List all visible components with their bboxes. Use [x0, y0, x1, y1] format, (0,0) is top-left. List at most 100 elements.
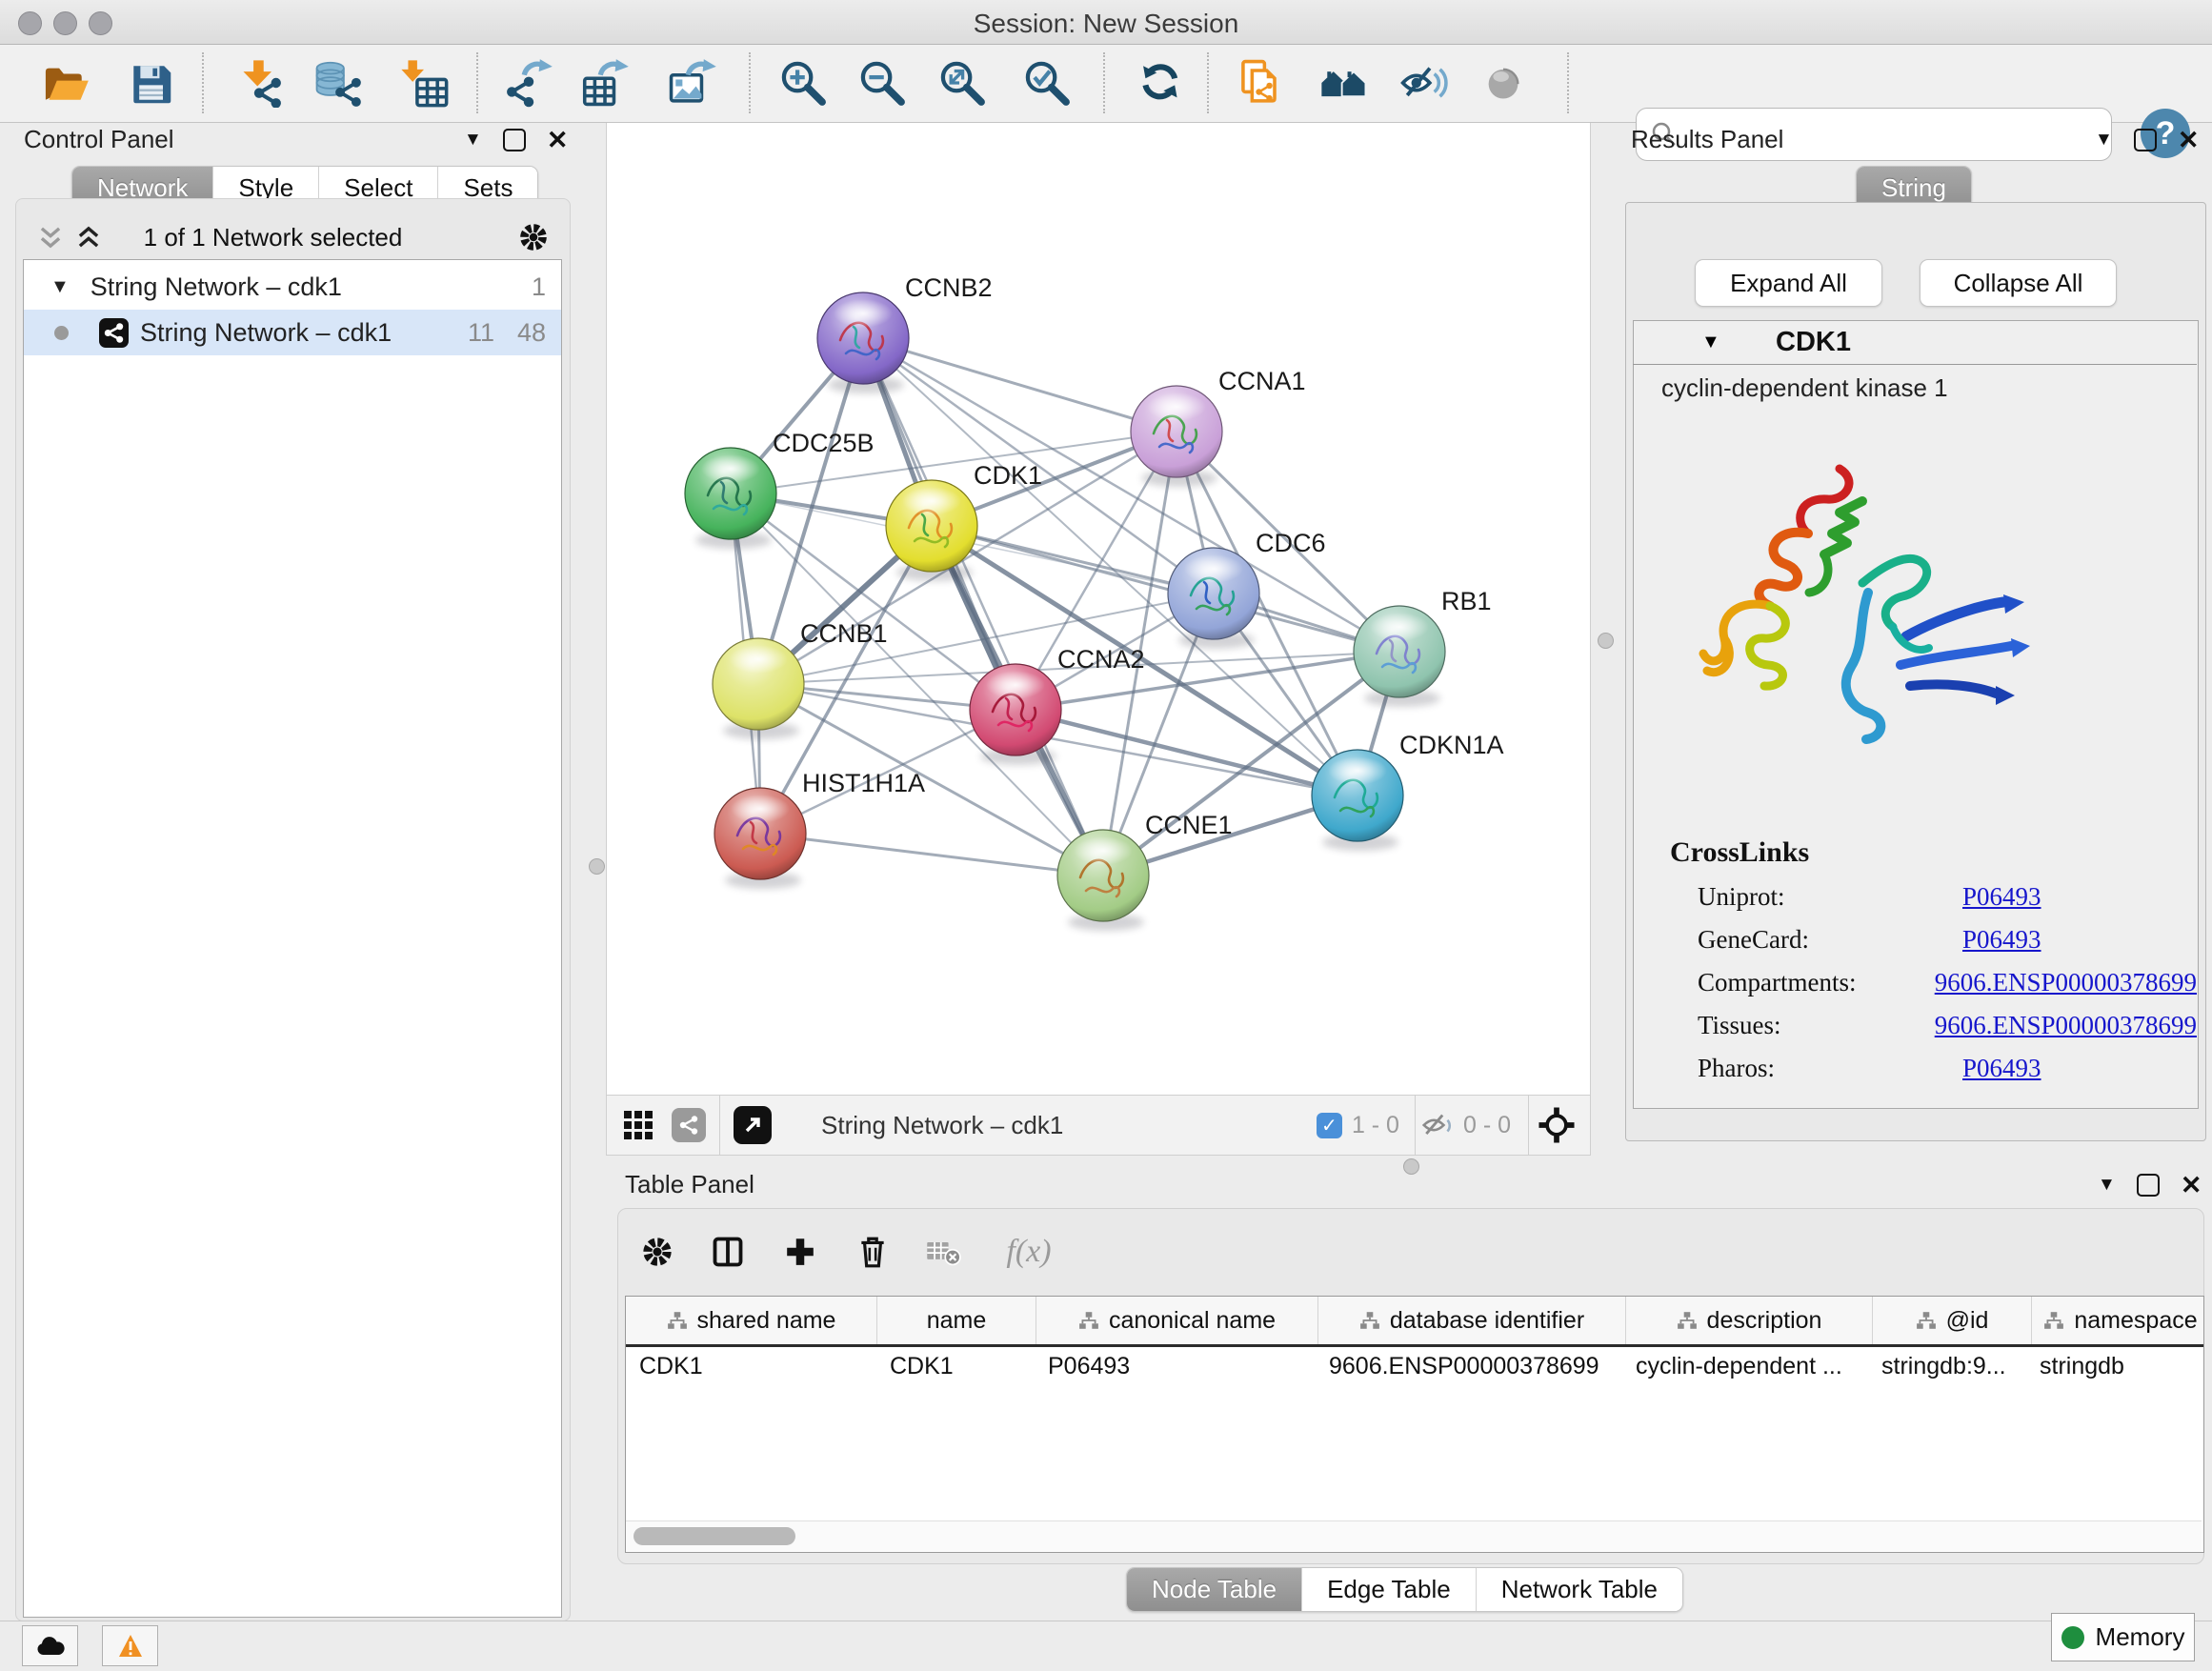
network-node-CCNA1[interactable]	[1131, 386, 1222, 477]
crosslink-value-link[interactable]: P06493	[1962, 925, 2041, 955]
import-database-icon[interactable]	[312, 56, 365, 110]
collapse-panel-icon[interactable]: ▼	[464, 130, 482, 151]
protein-name: CDK1	[1776, 327, 1851, 358]
crosslink-label: Uniprot:	[1698, 882, 1962, 912]
collapse-all-button[interactable]: Collapse All	[1920, 259, 2117, 307]
scrollbar-thumb[interactable]	[633, 1527, 795, 1545]
show-all-icon[interactable]	[1477, 56, 1530, 110]
float-panel-icon[interactable]	[2134, 129, 2157, 151]
fit-crosshair-icon[interactable]	[1537, 1105, 1577, 1145]
crosslink-value-link[interactable]: P06493	[1962, 1054, 2041, 1083]
first-neighbors-icon[interactable]	[1317, 56, 1371, 110]
export-image-icon[interactable]	[666, 56, 719, 110]
table-cell[interactable]: cyclin-dependent ...	[1622, 1353, 1868, 1380]
grid-view-icon[interactable]	[622, 1109, 654, 1141]
column-header-@id[interactable]: @id	[1873, 1297, 2032, 1344]
open-view-icon[interactable]	[734, 1106, 772, 1144]
import-table-icon[interactable]	[397, 56, 451, 110]
crosslink-value-link[interactable]: P06493	[1962, 882, 2041, 912]
toolbar-separator	[1103, 52, 1105, 113]
network-node-CDC25B[interactable]	[685, 448, 776, 539]
network-node-CDKN1A[interactable]	[1312, 750, 1403, 841]
right-divider-handle[interactable]	[1598, 633, 1614, 649]
network-node-CDK1[interactable]	[886, 480, 977, 572]
memory-button[interactable]: Memory	[2051, 1613, 2195, 1661]
tab-network-table[interactable]: Network Table	[1477, 1568, 1682, 1611]
show-columns-icon[interactable]	[705, 1229, 751, 1275]
network-node-CDC6[interactable]	[1168, 548, 1259, 639]
table-cell[interactable]: CDK1	[876, 1353, 1035, 1380]
toolbar-separator	[749, 52, 751, 113]
selected-checkbox-icon[interactable]: ✓	[1317, 1113, 1342, 1138]
network-collection-row[interactable]: ▼ String Network – cdk1 1	[24, 264, 561, 310]
toolbar-separator	[202, 52, 204, 113]
network-canvas[interactable]: CCNB2 CCNA1 CDC25B CDK1 CDC6 RB1 CCNB1 C…	[606, 123, 1591, 1095]
export-table-icon[interactable]	[578, 56, 632, 110]
delete-column-icon[interactable]	[850, 1229, 895, 1275]
birdseye-share-icon[interactable]	[672, 1108, 706, 1142]
tab-node-table[interactable]: Node Table	[1127, 1568, 1302, 1611]
open-session-icon[interactable]	[38, 56, 91, 110]
collapse-section-icon[interactable]: ▼	[1701, 332, 1720, 353]
column-header-shared-name[interactable]: shared name	[626, 1297, 877, 1344]
table-cell[interactable]: CDK1	[626, 1353, 876, 1380]
node-table-header: shared namenamecanonical namedatabase id…	[626, 1297, 2203, 1347]
column-header-canonical-name[interactable]: canonical name	[1036, 1297, 1318, 1344]
collapse-panel-icon[interactable]: ▼	[2095, 130, 2113, 151]
table-cell[interactable]: stringdb:9...	[1868, 1353, 2026, 1380]
crosslink-value-link[interactable]: 9606.ENSP00000378699	[1935, 968, 2197, 997]
results-panel-controls: ▼ ✕	[2095, 129, 2199, 151]
results-panel-title: Results Panel	[1631, 125, 1783, 154]
close-panel-icon[interactable]: ✕	[2181, 1176, 2202, 1195]
table-cell[interactable]: 9606.ENSP00000378699	[1316, 1353, 1622, 1380]
export-network-icon[interactable]	[502, 56, 555, 110]
save-session-icon[interactable]	[124, 56, 177, 110]
zoom-in-icon[interactable]	[776, 56, 830, 110]
tab-edge-table[interactable]: Edge Table	[1302, 1568, 1477, 1611]
bottom-divider-handle[interactable]	[1403, 1158, 1419, 1175]
add-column-icon[interactable]	[777, 1229, 823, 1275]
protein-structure-image	[1679, 440, 2035, 802]
network-node-CCNA2[interactable]	[970, 664, 1061, 755]
table-row[interactable]: CDK1CDK1P064939606.ENSP00000378699cyclin…	[626, 1347, 2203, 1385]
refresh-icon[interactable]	[1135, 56, 1188, 110]
expand-all-button[interactable]: Expand All	[1695, 259, 1882, 307]
column-header-name[interactable]: name	[877, 1297, 1036, 1344]
network-node-CCNE1[interactable]	[1057, 830, 1149, 921]
network-edge[interactable]	[863, 338, 1176, 432]
network-node-CCNB2[interactable]	[817, 292, 909, 384]
table-cell[interactable]: P06493	[1035, 1353, 1316, 1380]
crosslink-value-link[interactable]: 9606.ENSP00000378699	[1935, 1011, 2197, 1040]
zoom-selected-icon[interactable]	[1020, 56, 1074, 110]
warning-status-button[interactable]	[102, 1625, 158, 1666]
float-panel-icon[interactable]	[503, 129, 526, 151]
tree-collapse-icon[interactable]: ▼	[50, 276, 70, 298]
close-panel-icon[interactable]: ✕	[547, 131, 569, 150]
zoom-fit-icon[interactable]	[935, 56, 989, 110]
table-options-gear-icon[interactable]	[634, 1229, 680, 1275]
left-divider-handle[interactable]	[589, 858, 605, 875]
cloud-status-button[interactable]	[22, 1625, 78, 1666]
float-panel-icon[interactable]	[2137, 1174, 2160, 1197]
column-header-database-identifier[interactable]: database identifier	[1318, 1297, 1626, 1344]
network-node-HIST1H1A[interactable]	[714, 788, 806, 879]
zoom-out-icon[interactable]	[855, 56, 909, 110]
control-panel-controls: ▼ ✕	[464, 129, 568, 151]
table-horizontal-scrollbar[interactable]	[626, 1520, 2202, 1551]
network-options-gear-icon[interactable]	[517, 221, 550, 253]
copy-network-icon[interactable]	[1236, 56, 1289, 110]
protein-card-header[interactable]: ▼ CDK1	[1633, 320, 2197, 365]
hidden-eye-icon[interactable]	[1421, 1113, 1454, 1137]
close-panel-icon[interactable]: ✕	[2178, 131, 2200, 150]
network-node-RB1[interactable]	[1354, 606, 1445, 697]
column-header-description[interactable]: description	[1626, 1297, 1873, 1344]
collapse-panel-icon[interactable]: ▼	[2098, 1175, 2116, 1196]
import-network-icon[interactable]	[232, 56, 286, 110]
network-edge[interactable]	[760, 834, 1103, 876]
network-edge[interactable]	[932, 526, 1399, 652]
network-row-selected[interactable]: String Network – cdk1 11 48	[24, 310, 561, 355]
column-header-namespace[interactable]: namespace	[2032, 1297, 2204, 1344]
table-cell[interactable]: stringdb	[2026, 1353, 2203, 1380]
hide-selected-icon[interactable]	[1398, 56, 1451, 110]
network-node-CCNB1[interactable]	[713, 638, 804, 730]
